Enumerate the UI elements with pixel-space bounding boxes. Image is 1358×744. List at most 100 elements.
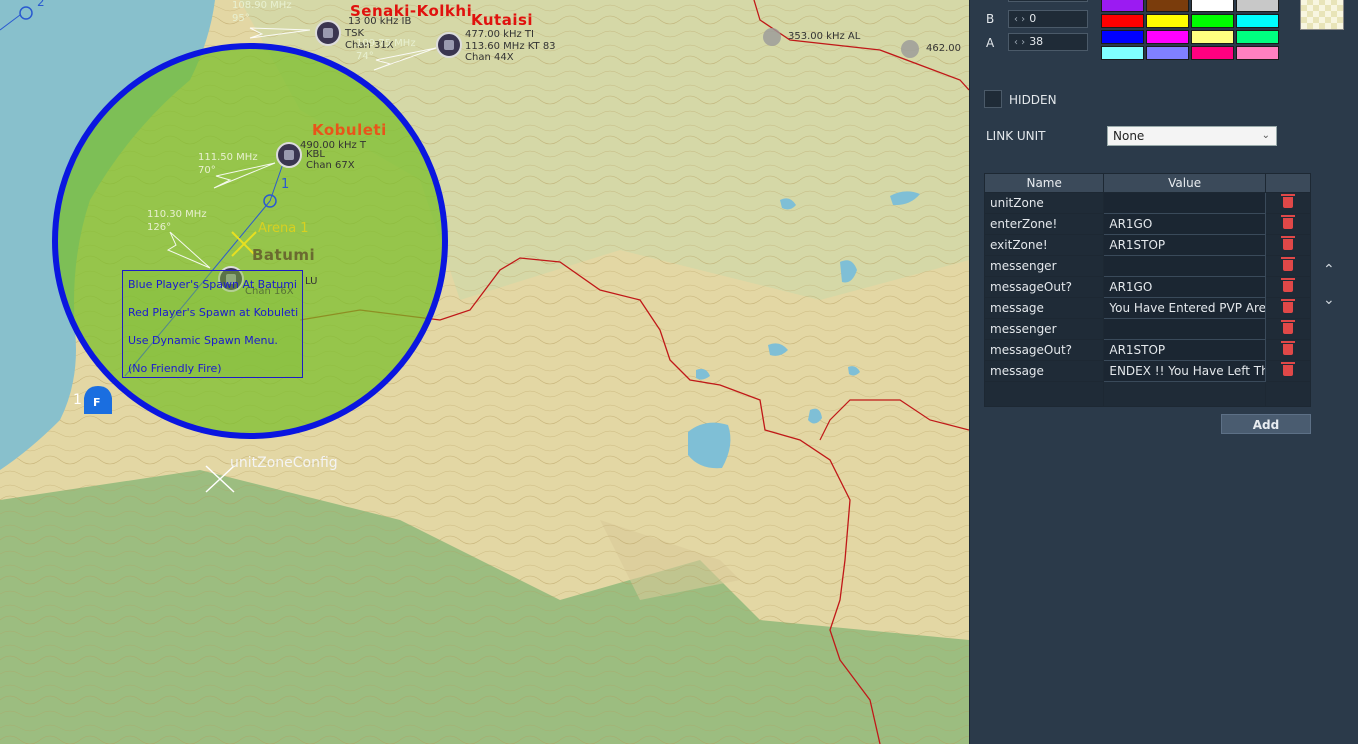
row-name-cell[interactable]: messenger <box>983 318 1105 340</box>
color-swatch[interactable] <box>1146 0 1189 12</box>
freq-label: 70° <box>198 165 216 176</box>
delete-row-button[interactable] <box>1264 360 1312 382</box>
column-header-name[interactable]: Name <box>983 173 1105 193</box>
row-name-cell[interactable]: messenger <box>983 255 1105 277</box>
empty-cell[interactable] <box>983 381 1105 407</box>
row-value-cell[interactable]: AR1GO <box>1103 276 1266 298</box>
trash-icon <box>1280 278 1295 292</box>
link-unit-value: None <box>1113 129 1145 143</box>
color-swatch[interactable] <box>1146 46 1189 60</box>
row-name-cell[interactable]: message <box>983 360 1105 382</box>
senaki-beacon-icon[interactable] <box>315 20 341 46</box>
row-value-cell[interactable]: ENDEX !! You Have Left The Arena <box>1103 360 1266 382</box>
table-row[interactable]: messenger <box>983 318 1312 340</box>
table-row[interactable]: messageOut? AR1STOP <box>983 339 1312 361</box>
link-unit-label: LINK UNIT <box>986 129 1046 143</box>
trash-icon <box>1280 341 1295 355</box>
color-swatch[interactable] <box>1236 46 1279 60</box>
hidden-label: HIDDEN <box>1009 93 1057 107</box>
r-spinbox-partial[interactable] <box>1008 0 1088 2</box>
freq-label: 126° <box>147 222 172 233</box>
color-preview <box>1300 0 1344 30</box>
properties-table: Name Value unitZone enterZone! AR1GO exitZo… <box>983 173 1312 407</box>
row-name-cell[interactable]: exitZone! <box>983 234 1105 256</box>
empty-cell <box>1264 381 1312 407</box>
chevron-down-icon: ⌄ <box>1261 130 1270 141</box>
color-swatch[interactable] <box>1146 30 1189 44</box>
delete-row-button[interactable] <box>1264 234 1312 256</box>
arena-label: Arena 1 <box>258 221 309 236</box>
color-swatch[interactable] <box>1146 14 1189 28</box>
a-spinbox[interactable]: ‹ › 38 <box>1008 33 1088 51</box>
delete-row-button[interactable] <box>1264 192 1312 214</box>
delete-row-button[interactable] <box>1264 339 1312 361</box>
delete-row-button[interactable] <box>1264 297 1312 319</box>
table-row[interactable]: messageOut? AR1GO <box>983 276 1312 298</box>
zone-config-label: unitZoneConfig <box>230 455 338 471</box>
b-label: B <box>986 12 995 26</box>
table-row[interactable]: enterZone! AR1GO <box>983 213 1312 235</box>
kobuleti-beacon-icon[interactable] <box>276 142 302 168</box>
table-row[interactable]: exitZone! AR1STOP <box>983 234 1312 256</box>
freq-label: 111.50 MHz <box>198 152 258 163</box>
delete-row-button[interactable] <box>1264 213 1312 235</box>
map-view[interactable]: Senaki-Kolkhi Kutaisi Kobuleti Batumi 10… <box>0 0 969 744</box>
move-up-button[interactable]: ⌃ <box>1323 262 1335 278</box>
b-spinbox[interactable]: ‹ › 0 <box>1008 10 1088 28</box>
delete-row-button[interactable] <box>1264 276 1312 298</box>
row-name-cell[interactable]: messageOut? <box>983 339 1105 361</box>
color-swatch[interactable] <box>1101 46 1144 60</box>
row-value-cell[interactable] <box>1103 255 1266 277</box>
trash-icon <box>1280 257 1295 271</box>
row-value-cell[interactable]: AR1STOP <box>1103 339 1266 361</box>
row-value-cell[interactable]: AR1STOP <box>1103 234 1266 256</box>
color-swatch[interactable] <box>1236 30 1279 44</box>
link-unit-select[interactable]: None ⌄ <box>1107 126 1277 146</box>
table-row[interactable]: unitZone <box>983 192 1312 214</box>
trash-icon <box>1280 215 1295 229</box>
row-value-cell[interactable]: AR1GO <box>1103 213 1266 235</box>
row-name-cell[interactable]: enterZone! <box>983 213 1105 235</box>
row-name-cell[interactable]: messageOut? <box>983 276 1105 298</box>
spin-arrows-icon[interactable]: ‹ › <box>1014 37 1025 48</box>
delete-row-button[interactable] <box>1264 318 1312 340</box>
empty-row[interactable] <box>983 381 1312 407</box>
color-swatch[interactable] <box>1191 0 1234 12</box>
table-row[interactable]: messenger <box>983 255 1312 277</box>
waypoint-label: 1 <box>281 177 290 192</box>
column-header-value[interactable]: Value <box>1103 173 1266 193</box>
city-label-kobuleti: Kobuleti <box>312 121 387 139</box>
zone-text-box[interactable]: Blue Player's Spawn At Batumi Red Player… <box>122 270 303 378</box>
row-name-cell[interactable]: unitZone <box>983 192 1105 214</box>
trash-icon <box>1280 362 1295 376</box>
color-swatch[interactable] <box>1101 0 1144 12</box>
freq-label: 74° <box>356 51 374 62</box>
hidden-checkbox[interactable] <box>984 90 1002 108</box>
trash-icon <box>1280 236 1295 250</box>
kutaisi-beacon-icon[interactable] <box>436 32 462 58</box>
move-down-button[interactable]: ⌄ <box>1323 292 1335 308</box>
row-value-cell[interactable] <box>1103 318 1266 340</box>
zone-text-line: Red Player's Spawn at Kobuleti <box>128 306 299 319</box>
empty-cell[interactable] <box>1103 381 1266 407</box>
freq-label: 109.75 MHz <box>356 38 416 49</box>
color-swatch[interactable] <box>1101 30 1144 44</box>
table-row[interactable]: messageYou Have Entered PVP Arena 1 <box>983 297 1312 319</box>
row-name-cell[interactable]: message <box>983 297 1105 319</box>
add-button[interactable]: Add <box>1221 414 1311 434</box>
color-swatch[interactable] <box>1191 30 1234 44</box>
row-value-cell[interactable] <box>1103 192 1266 214</box>
delete-row-button[interactable] <box>1264 255 1312 277</box>
properties-panel: B ‹ › 0 A ‹ › 38 HIDDEN LINK UNIT None ⌄ Na… <box>969 0 1358 744</box>
color-swatch[interactable] <box>1191 46 1234 60</box>
color-swatch[interactable] <box>1191 14 1234 28</box>
row-value-cell[interactable]: You Have Entered PVP Arena 1 <box>1103 297 1266 319</box>
spin-arrows-icon[interactable]: ‹ › <box>1014 14 1025 25</box>
color-swatch[interactable] <box>1236 14 1279 28</box>
color-swatch[interactable] <box>1101 14 1144 28</box>
color-swatch[interactable] <box>1236 0 1279 12</box>
table-row[interactable]: messageENDEX !! You Have Left The Arena <box>983 360 1312 382</box>
a-label: A <box>986 36 995 50</box>
freq-label: 462.00 <box>926 43 961 54</box>
zone-text-line: (No Friendly Fire) <box>128 362 222 375</box>
